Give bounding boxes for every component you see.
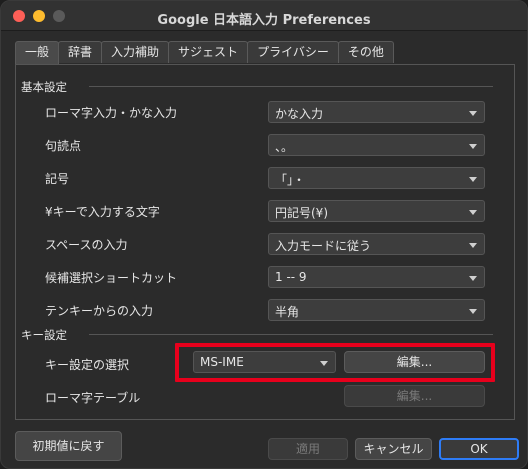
romaji-kana-select[interactable]: かな入力 (268, 101, 485, 123)
romaji-kana-value: かな入力 (275, 107, 324, 121)
apply-button[interactable]: 適用 (268, 438, 348, 460)
punctuation-select[interactable]: 、。 (268, 134, 485, 156)
candidate-shortcut-value: 1 -- 9 (275, 270, 307, 284)
punctuation-label: 句読点 (45, 139, 82, 153)
basic-settings-divider (89, 86, 493, 87)
chevron-down-icon (469, 309, 477, 314)
ok-button[interactable]: OK (439, 438, 519, 460)
numpad-input-label: テンキーからの入力 (45, 304, 154, 318)
candidate-shortcut-select[interactable]: 1 -- 9 (268, 266, 485, 288)
yen-key-label: ¥キーで入力する文字 (45, 205, 160, 219)
chevron-down-icon (469, 243, 477, 248)
symbol-label: 記号 (45, 172, 70, 186)
chevron-down-icon (469, 177, 477, 182)
keymap-highlight-box (175, 343, 495, 382)
tab-suggest[interactable]: サジェスト (168, 41, 249, 63)
key-settings-divider (89, 334, 493, 335)
tab-bar: 一般 辞書 入力補助 サジェスト プライバシー その他 (15, 41, 394, 65)
tab-privacy[interactable]: プライバシー (247, 41, 339, 63)
key-settings-header: キー設定 (21, 328, 67, 342)
yen-key-select[interactable]: 円記号(¥) (268, 200, 485, 222)
symbol-value: 「」・ (275, 173, 306, 187)
space-input-select[interactable]: 入力モードに従う (268, 233, 485, 255)
space-input-value: 入力モードに従う (275, 239, 372, 253)
window-title: Google 日本語入力 Preferences (157, 13, 371, 28)
numpad-input-select[interactable]: 半角 (268, 299, 485, 321)
reset-defaults-button[interactable]: 初期値に戻す (15, 431, 122, 461)
romaji-table-edit-button[interactable]: 編集... (344, 385, 485, 407)
romaji-table-label: ローマ字テーブル (45, 391, 141, 405)
numpad-input-value: 半角 (275, 305, 300, 319)
tab-input-assist[interactable]: 入力補助 (101, 41, 170, 63)
chevron-down-icon (469, 210, 477, 215)
candidate-shortcut-label: 候補選択ショートカット (45, 271, 178, 285)
symbol-select[interactable]: 「」・ (268, 167, 485, 189)
tab-general[interactable]: 一般 (15, 41, 60, 65)
preferences-window: Google 日本語入力 Preferences 一般 辞書 入力補助 サジェス… (0, 0, 528, 469)
chevron-down-icon (469, 144, 477, 149)
tab-other[interactable]: その他 (337, 41, 394, 63)
chevron-down-icon (469, 276, 477, 281)
keymap-label: キー設定の選択 (45, 358, 130, 372)
title-bar: Google 日本語入力 Preferences (1, 1, 527, 31)
space-input-label: スペースの入力 (45, 238, 128, 252)
tab-dictionary[interactable]: 辞書 (58, 41, 103, 63)
romaji-kana-label: ローマ字入力・かな入力 (45, 106, 178, 120)
basic-settings-header: 基本設定 (21, 80, 67, 94)
cancel-button[interactable]: キャンセル (355, 438, 432, 460)
yen-key-value: 円記号(¥) (275, 206, 328, 220)
punctuation-value: 、。 (275, 140, 294, 154)
chevron-down-icon (469, 111, 477, 116)
